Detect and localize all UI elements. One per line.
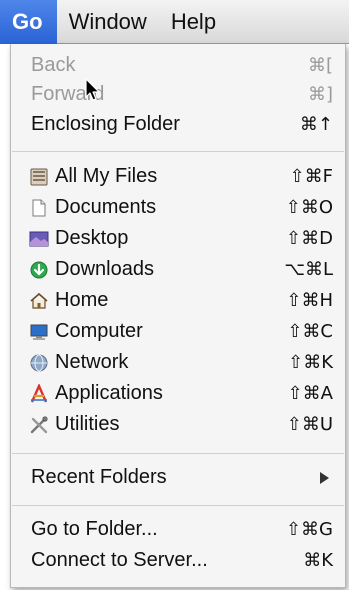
network-icon (28, 352, 49, 373)
applications-icon (28, 383, 49, 404)
menu-item-shortcut: ⇧⌘U (286, 414, 333, 435)
menu-item-label: Documents (55, 196, 157, 218)
downloads-icon (28, 259, 49, 280)
menu-item-shortcut: ⌥⌘L (284, 259, 333, 280)
menu-item-applications[interactable]: Applications ⇧⌘A (11, 378, 345, 409)
menu-item-forward[interactable]: Forward ⌘] (11, 79, 345, 110)
menu-item-shortcut: ⇧⌘H (286, 290, 333, 311)
menu-item-shortcut: ⇧⌘G (285, 519, 333, 540)
menu-go[interactable]: Go (0, 0, 57, 44)
documents-icon (28, 197, 49, 218)
menu-item-shortcut: ⌘[ (307, 55, 333, 76)
menu-item-shortcut: ⇧⌘O (285, 197, 333, 218)
menu-item-label: Connect to Server... (31, 549, 208, 571)
menu-bar: Go Window Help (0, 0, 349, 44)
submenu-arrow-icon (320, 472, 329, 484)
utilities-icon (28, 414, 49, 435)
screen: Go Window Help Back ⌘[ Forward ⌘] Enclos… (0, 0, 349, 590)
menu-item-shortcut: ⇧⌘D (286, 228, 333, 249)
menu-item-label: Applications (55, 382, 163, 404)
menu-item-downloads[interactable]: Downloads ⌥⌘L (11, 254, 345, 285)
menu-item-shortcut: ⇧⌘C (287, 321, 333, 342)
menu-item-label: Downloads (55, 258, 154, 280)
menu-item-shortcut: ⇧⌘A (287, 383, 333, 404)
menu-item-label: Desktop (55, 227, 129, 249)
menu-item-shortcut: ⌘K (303, 550, 333, 571)
menu-item-label: Computer (55, 320, 143, 342)
computer-icon (28, 321, 49, 342)
menu-item-shortcut: ⇧⌘F (289, 166, 333, 187)
menu-item-all-my-files[interactable]: All My Files ⇧⌘F (11, 161, 345, 192)
menu-item-label: Network (55, 351, 129, 373)
menu-separator (12, 151, 344, 152)
menu-item-desktop[interactable]: Desktop ⇧⌘D (11, 223, 345, 254)
mouse-cursor-icon (85, 78, 101, 107)
menu-item-shortcut: ⌘] (307, 84, 333, 105)
menu-item-label: Back (31, 54, 76, 76)
home-icon (28, 290, 49, 311)
menu-item-label: Utilities (55, 413, 120, 435)
menu-item-label: Enclosing Folder (31, 113, 180, 135)
menu-window[interactable]: Window (57, 0, 159, 44)
menu-item-network[interactable]: Network ⇧⌘K (11, 347, 345, 378)
menu-help[interactable]: Help (159, 0, 228, 44)
menu-item-connect-to-server[interactable]: Connect to Server... ⌘K (11, 545, 345, 576)
menu-item-go-to-folder[interactable]: Go to Folder... ⇧⌘G (11, 514, 345, 545)
menu-item-home[interactable]: Home ⇧⌘H (11, 285, 345, 316)
menu-item-shortcut: ⌘↑ (299, 114, 333, 135)
menu-item-computer[interactable]: Computer ⇧⌘C (11, 316, 345, 347)
menu-item-label: Go to Folder... (31, 518, 158, 540)
desktop-icon (28, 228, 49, 249)
go-menu-dropdown: Back ⌘[ Forward ⌘] Enclosing Folder ⌘↑ A… (10, 44, 346, 588)
menu-item-utilities[interactable]: Utilities ⇧⌘U (11, 409, 345, 440)
menu-item-label: Recent Folders (31, 466, 167, 488)
menu-item-enclosing-folder[interactable]: Enclosing Folder ⌘↑ (11, 109, 345, 140)
menu-item-recent-folders[interactable]: Recent Folders (11, 462, 345, 493)
menu-item-label: Home (55, 289, 109, 311)
menu-separator (12, 505, 344, 506)
menu-item-label: All My Files (55, 165, 158, 187)
menu-item-shortcut: ⇧⌘K (288, 352, 333, 373)
menu-item-back[interactable]: Back ⌘[ (11, 50, 345, 81)
menu-separator (12, 453, 344, 454)
all-my-files-icon (28, 166, 49, 187)
menu-item-documents[interactable]: Documents ⇧⌘O (11, 192, 345, 223)
